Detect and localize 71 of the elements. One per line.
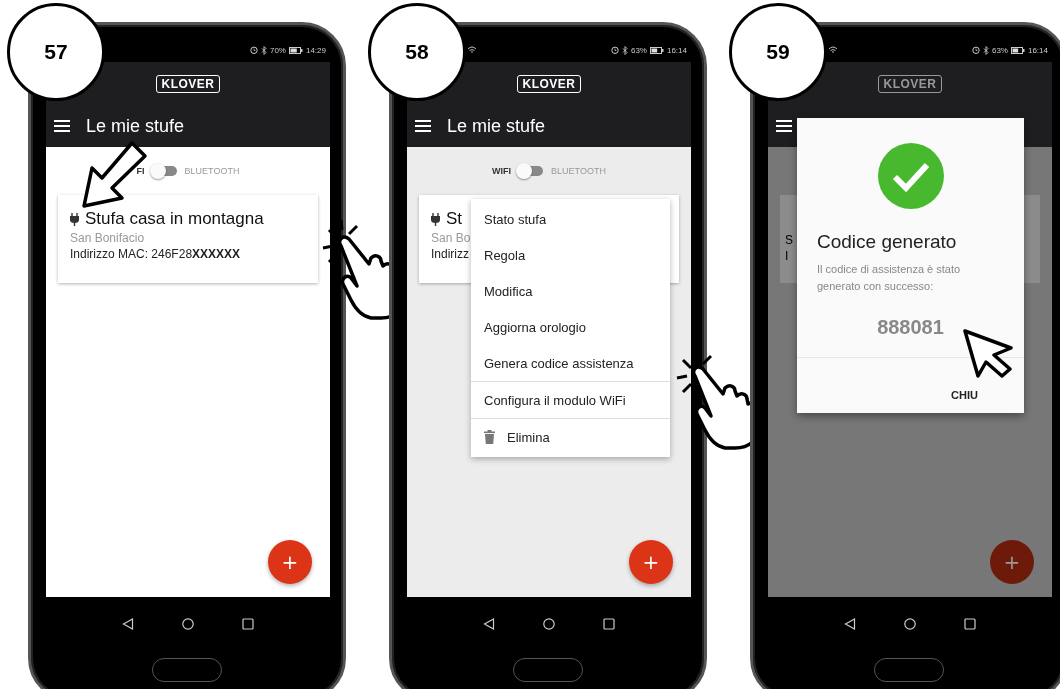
mode-switch[interactable] [519, 166, 544, 176]
close-button[interactable]: CHIU [951, 389, 978, 401]
alarm-clock-icon [971, 46, 980, 54]
screen-title: Le mie stufe [447, 115, 546, 137]
back-icon[interactable] [122, 617, 134, 630]
menu-item[interactable]: Modifica [471, 273, 670, 309]
mac-address: Indirizzo MAC: 246F28XXXXXX [70, 247, 241, 261]
bluetooth-label: BLUETOOTH [551, 166, 606, 176]
menu-icon[interactable] [776, 120, 792, 132]
cursor-arrow-drawing [962, 328, 1014, 378]
alarm-clock-icon [249, 46, 258, 54]
clock-time: 16:14 [1027, 45, 1048, 55]
battery-icon [1010, 46, 1025, 54]
stove-location: San Bonifacio [70, 231, 145, 245]
menu-item[interactable]: Regola [471, 237, 670, 273]
mac-address: Indirizz [431, 247, 469, 261]
brand-logo: KLOVER [878, 74, 942, 93]
wifi-icon [828, 46, 838, 54]
alarm-clock-icon [610, 46, 619, 54]
wifi-icon [467, 46, 477, 54]
menu-item[interactable]: Elimina [471, 418, 670, 455]
wifi-label: FI [136, 166, 145, 176]
dialog-title: Codice generato [816, 230, 958, 253]
recents-icon[interactable] [964, 617, 976, 630]
menu-item[interactable]: Genera codice assistenza [471, 345, 670, 381]
clock-time: 16:14 [666, 45, 687, 55]
stove-location: S [785, 233, 793, 247]
battery-percent: 63% [630, 45, 647, 55]
add-button[interactable]: + [629, 540, 673, 584]
menu-item[interactable]: Configura il modulo WiFi [471, 381, 670, 418]
plug-icon [431, 212, 440, 226]
mac-address: I [785, 249, 789, 263]
add-button[interactable]: + [990, 540, 1034, 584]
recents-icon[interactable] [242, 617, 254, 630]
menu-item[interactable]: Stato stufa [471, 201, 670, 237]
step-number-badge: 58 [368, 3, 466, 101]
battery-percent: 63% [991, 45, 1008, 55]
bluetooth-icon [982, 45, 989, 55]
menu-icon[interactable] [415, 120, 431, 132]
add-button[interactable]: + [268, 540, 312, 584]
brand-logo: KLOVER [517, 74, 581, 93]
step-number-badge: 59 [729, 3, 827, 101]
recents-icon[interactable] [603, 617, 615, 630]
bluetooth-icon [260, 45, 267, 55]
clock-time: 14:29 [305, 45, 326, 55]
stove-location: San Bo [431, 231, 471, 245]
battery-icon [649, 46, 664, 54]
bluetooth-icon [621, 45, 628, 55]
check-circle-icon [877, 143, 944, 209]
step-number-badge: 57 [7, 3, 105, 101]
assistance-code: 888081 [877, 316, 944, 339]
menu-item[interactable]: Aggiorna orologio [471, 309, 670, 345]
home-icon[interactable] [904, 617, 916, 630]
stove-card[interactable]: Stufa casa in montagna San Bonifacio Indirizzo MAC: 246F28XXXXXX [58, 195, 318, 283]
trash-icon [484, 430, 495, 444]
back-icon[interactable] [483, 617, 495, 630]
bluetooth-label: BLUETOOTH [184, 166, 240, 176]
dialog-message: Il codice di assistenza è stato generato con successo: [816, 262, 962, 294]
screen-title: Le mie stufe [86, 115, 185, 137]
stove-name: Stufa casa in montagna [85, 209, 264, 229]
plug-icon [70, 212, 79, 226]
mode-switch[interactable] [152, 166, 177, 176]
stove-name: St [446, 209, 463, 229]
back-icon[interactable] [844, 617, 856, 630]
home-icon[interactable] [182, 617, 194, 630]
home-icon[interactable] [543, 617, 555, 630]
battery-icon [288, 46, 303, 54]
brand-logo: KLOVER [156, 74, 220, 93]
battery-percent: 70% [269, 45, 286, 55]
menu-icon[interactable] [54, 120, 70, 132]
wifi-label: WIFI [492, 166, 512, 176]
